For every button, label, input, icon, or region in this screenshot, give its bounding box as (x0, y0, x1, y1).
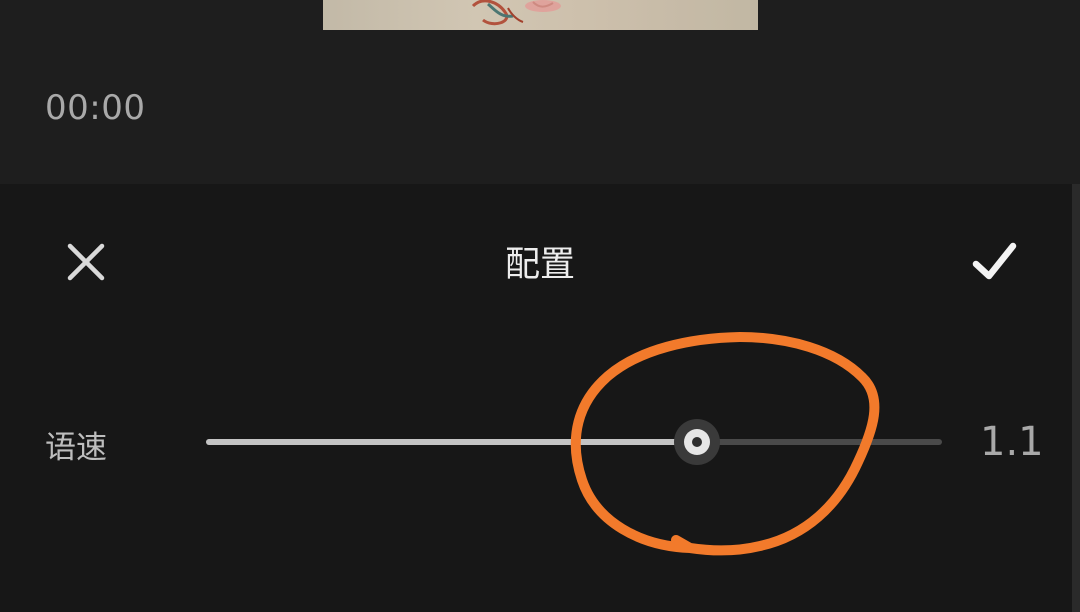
slider-thumb-ring (684, 429, 710, 455)
timecode: 00:00 (45, 88, 146, 128)
video-thumbnail (323, 0, 758, 30)
video-frame-image (471, 0, 561, 26)
slider-fill (206, 439, 697, 445)
video-preview-area: 00:00 (0, 0, 1080, 184)
panel-scrollbar[interactable] (1072, 184, 1080, 612)
checkmark-icon (972, 242, 1017, 280)
slider-thumb[interactable] (674, 419, 720, 465)
confirm-button[interactable] (968, 236, 1020, 288)
speed-slider[interactable] (206, 410, 942, 474)
panel-title: 配置 (504, 245, 575, 285)
speed-value: 1.1 (980, 419, 1044, 465)
slider-thumb-dot (692, 437, 702, 447)
close-icon (67, 243, 105, 281)
speed-label: 语速 (45, 430, 107, 466)
screen: 00:00 配置 语速 1.1 (0, 0, 1080, 612)
close-button[interactable] (62, 238, 110, 286)
config-panel: 配置 语速 1.1 (0, 184, 1080, 612)
